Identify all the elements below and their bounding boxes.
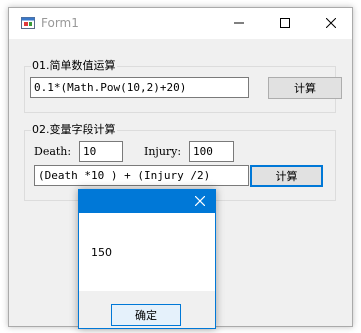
- maximize-button[interactable]: [262, 8, 308, 39]
- death-label: Death:: [34, 145, 72, 158]
- expression-input[interactable]: 0.1*(Math.Pow(10,2)+20): [30, 77, 249, 98]
- injury-input[interactable]: 100: [189, 141, 234, 162]
- death-input[interactable]: 10: [79, 141, 123, 162]
- dialog-message: 150: [91, 246, 112, 259]
- variable-expression-input[interactable]: (Death *10 ) + (Injury /2): [34, 165, 249, 186]
- dialog-title-bar[interactable]: [79, 190, 215, 213]
- message-box-dialog: 150 确定: [78, 189, 216, 329]
- injury-label: Injury:: [144, 145, 182, 158]
- window-title: Form1: [41, 16, 79, 30]
- dialog-close-button[interactable]: [185, 190, 215, 213]
- close-button[interactable]: [308, 8, 352, 39]
- minimize-button[interactable]: [216, 8, 262, 39]
- calculate-button[interactable]: 计算: [268, 77, 342, 99]
- variable-calc-legend: 02.变量字段计算: [31, 123, 117, 137]
- form-window-icon: [21, 17, 35, 29]
- dialog-footer: 确定: [79, 291, 215, 328]
- close-icon: [194, 195, 206, 209]
- ok-button[interactable]: 确定: [111, 304, 181, 326]
- variable-calculate-button[interactable]: 计算: [250, 165, 323, 187]
- simple-calc-legend: 01.简单数值运算: [31, 59, 117, 73]
- close-icon: [325, 17, 337, 31]
- minimize-icon: [234, 17, 244, 31]
- simple-calc-group: 01.简单数值运算 0.1*(Math.Pow(10,2)+20) 计算: [24, 59, 342, 113]
- maximize-icon: [280, 17, 290, 31]
- title-bar[interactable]: Form1: [9, 8, 352, 39]
